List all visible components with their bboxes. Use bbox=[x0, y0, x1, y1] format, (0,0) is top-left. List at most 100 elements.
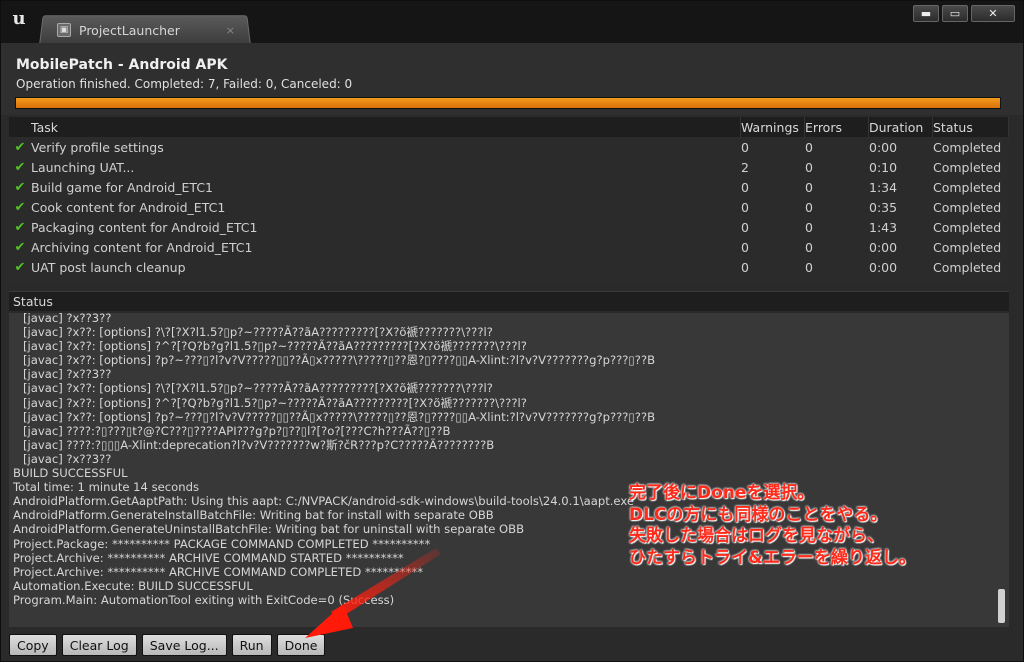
column-header-task[interactable]: Task bbox=[9, 120, 58, 135]
project-launcher-window: u ▣ ProjectLauncher × ▬ ▭ ✕ MobilePatch … bbox=[0, 0, 1024, 662]
copy-button[interactable]: Copy bbox=[9, 634, 57, 656]
annotation-line: DLCの方にも同様のことをやる。 bbox=[629, 504, 888, 525]
task-name: Launching UAT... bbox=[31, 159, 135, 175]
task-duration: 0:35 bbox=[869, 199, 898, 215]
annotation-arrow-icon bbox=[305, 548, 441, 638]
launch-header: MobilePatch - Android APK Operation fini… bbox=[1, 43, 1023, 115]
task-duration: 0:00 bbox=[869, 239, 898, 255]
save-log-button[interactable]: Save Log... bbox=[141, 634, 227, 656]
task-name: Build game for Android_ETC1 bbox=[31, 179, 214, 195]
task-warnings: 2 bbox=[741, 159, 749, 175]
operation-status: Operation finished. Completed: 7, Failed… bbox=[16, 77, 353, 91]
task-status: Completed bbox=[933, 199, 1002, 215]
log-line: [javac] ?x??: [options] ?p?~???▯?l?v?V??… bbox=[23, 353, 656, 368]
log-line: BUILD SUCCESSFUL bbox=[13, 466, 128, 481]
table-row[interactable]: ✔ Packaging content for Android_ETC1 0 0 1:4… bbox=[9, 217, 1009, 237]
log-line: [javac] ?x??: [options] ?p?~???▯?l?v?V??… bbox=[23, 409, 656, 424]
unreal-logo-icon: u bbox=[12, 8, 26, 29]
check-icon: ✔ bbox=[14, 159, 26, 175]
task-errors: 0 bbox=[805, 159, 813, 175]
launcher-icon: ▣ bbox=[57, 23, 71, 37]
page-title: MobilePatch - Android APK bbox=[16, 57, 228, 73]
table-row[interactable]: ✔ Archiving content for Android_ETC1 0 0 0:0… bbox=[9, 237, 1009, 257]
log-scrollbar[interactable] bbox=[997, 315, 1007, 625]
task-warnings: 0 bbox=[741, 179, 749, 195]
task-warnings: 0 bbox=[741, 219, 749, 235]
task-warnings: 0 bbox=[741, 259, 749, 275]
column-header-warnings[interactable]: Warnings bbox=[741, 117, 805, 137]
task-status: Completed bbox=[933, 239, 1002, 255]
task-table: Task Warnings Errors Duration Status ✔ Ve… bbox=[9, 117, 1009, 283]
column-header-errors[interactable]: Errors bbox=[805, 117, 869, 137]
clear-log-button[interactable]: Clear Log bbox=[61, 634, 137, 656]
log-line: [javac] ?x??: [options] ?^?[?Q?b?g?l1.5?… bbox=[23, 395, 527, 410]
annotation-line: 失敗した場合はログを見ながら、 bbox=[629, 526, 884, 546]
log-line: [javac] ?x??3?? bbox=[23, 313, 112, 325]
column-header-status[interactable]: Status bbox=[933, 117, 1009, 137]
log-line: [javac] ????:?▯▯▯A-Xlint:deprecation?l?v… bbox=[23, 437, 495, 452]
log-scrollbar-thumb[interactable] bbox=[998, 589, 1005, 623]
maximize-button[interactable]: ▭ bbox=[942, 5, 968, 22]
task-errors: 0 bbox=[805, 179, 813, 195]
progress-fill bbox=[16, 98, 1000, 108]
log-line: [javac] ?x??3?? bbox=[23, 451, 112, 466]
close-button[interactable]: ✕ bbox=[971, 5, 1015, 22]
check-icon: ✔ bbox=[14, 259, 26, 275]
check-icon: ✔ bbox=[14, 179, 26, 195]
log-line: [javac] ?x??: [options] ?\?[?X?l1.5?▯p?~… bbox=[23, 325, 493, 340]
window-controls: ▬ ▭ ✕ bbox=[913, 5, 1015, 22]
task-name: Verify profile settings bbox=[31, 139, 164, 155]
log-line: [javac] ?x??3?? bbox=[23, 367, 112, 382]
run-button[interactable]: Run bbox=[231, 634, 272, 656]
progress-bar bbox=[15, 97, 1001, 109]
tab-label: ProjectLauncher bbox=[79, 22, 180, 38]
task-status: Completed bbox=[933, 259, 1002, 275]
task-status: Completed bbox=[933, 179, 1002, 195]
task-warnings: 0 bbox=[741, 139, 749, 155]
task-duration: 1:34 bbox=[869, 179, 898, 195]
task-duration: 0:10 bbox=[869, 159, 898, 175]
table-row[interactable]: ✔ Build game for Android_ETC1 0 0 1:34 Comple… bbox=[9, 177, 1009, 197]
title-bar[interactable]: u ▣ ProjectLauncher × ▬ ▭ ✕ bbox=[1, 1, 1023, 44]
table-row[interactable]: ✔ UAT post launch cleanup 0 0 0:00 Completed bbox=[9, 257, 1009, 277]
task-errors: 0 bbox=[805, 199, 813, 215]
log-line: [javac] ????:?▯???▯t?@?C???▯????API???g?… bbox=[23, 423, 451, 438]
task-rows: ✔ Verify profile settings 0 0 0:00 Completed ✔… bbox=[9, 137, 1009, 277]
task-name: Packaging content for Android_ETC1 bbox=[31, 219, 258, 235]
tab-project-launcher[interactable]: ▣ ProjectLauncher × bbox=[45, 17, 245, 43]
log-line: [javac] ?x??: [options] ?^?[?Q?b?g?l1.5?… bbox=[23, 339, 527, 354]
task-errors: 0 bbox=[805, 139, 813, 155]
task-name: Cook content for Android_ETC1 bbox=[31, 199, 226, 215]
minimize-button[interactable]: ▬ bbox=[913, 5, 939, 22]
annotation-text: 完了後にDoneを選択。 DLCの方にも同様のことをやる。 失敗した場合はログを見な… bbox=[629, 483, 916, 569]
check-icon: ✔ bbox=[14, 139, 26, 155]
task-duration: 0:00 bbox=[869, 139, 898, 155]
task-name: Archiving content for Android_ETC1 bbox=[31, 239, 253, 255]
task-warnings: 0 bbox=[741, 239, 749, 255]
log-line: Program.Main: AutomationTool exiting wit… bbox=[13, 592, 395, 607]
task-status: Completed bbox=[933, 219, 1002, 235]
task-table-header: Task Warnings Errors Duration Status bbox=[9, 117, 1009, 137]
log-line: [javac] ?x??: [options] ?\?[?X?l1.5?▯p?~… bbox=[23, 381, 493, 396]
task-errors: 0 bbox=[805, 259, 813, 275]
log-line: Automation.Execute: BUILD SUCCESSFUL bbox=[13, 578, 253, 593]
action-bar: Copy Clear Log Save Log... Run Done bbox=[9, 634, 326, 656]
annotation-line: 完了後にDoneを選択。 bbox=[629, 483, 815, 503]
task-status: Completed bbox=[933, 139, 1002, 155]
check-icon: ✔ bbox=[14, 239, 26, 255]
status-log[interactable]: [javac] ?x??3?? [javac] ?x??: [options] ?… bbox=[9, 313, 1009, 627]
check-icon: ✔ bbox=[14, 219, 26, 235]
task-name: UAT post launch cleanup bbox=[31, 259, 186, 275]
check-icon: ✔ bbox=[14, 199, 26, 215]
tab-close-icon[interactable]: × bbox=[226, 24, 235, 37]
column-header-duration[interactable]: Duration bbox=[869, 117, 933, 137]
status-panel-header: Status bbox=[9, 291, 1009, 311]
task-warnings: 0 bbox=[741, 199, 749, 215]
table-row[interactable]: ✔ Cook content for Android_ETC1 0 0 0:35 Comp… bbox=[9, 197, 1009, 217]
table-row[interactable]: ✔ Verify profile settings 0 0 0:00 Completed bbox=[9, 137, 1009, 157]
task-duration: 1:43 bbox=[869, 219, 898, 235]
table-row[interactable]: ✔ Launching UAT... 2 0 0:10 Completed bbox=[9, 157, 1009, 177]
task-errors: 0 bbox=[805, 219, 813, 235]
task-errors: 0 bbox=[805, 239, 813, 255]
task-duration: 0:00 bbox=[869, 259, 898, 275]
